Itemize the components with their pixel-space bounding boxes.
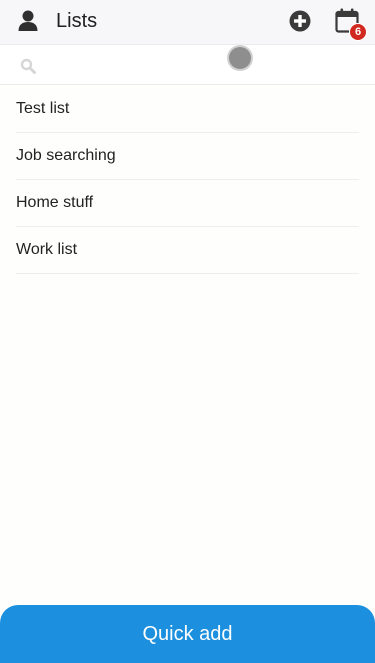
lists-list: Test list Job searching Home stuff Work … xyxy=(16,86,359,274)
search-icon xyxy=(20,58,36,74)
add-list-button[interactable] xyxy=(289,10,311,32)
user-icon[interactable] xyxy=(18,10,38,32)
list-item[interactable]: Test list xyxy=(16,86,359,133)
touch-indicator xyxy=(229,47,251,69)
search-input[interactable] xyxy=(44,51,354,79)
app-header: Lists 6 xyxy=(0,0,375,44)
list-item[interactable]: Work list xyxy=(16,227,359,274)
calendar-badge: 6 xyxy=(350,24,366,40)
list-item[interactable]: Home stuff xyxy=(16,180,359,227)
plus-circle-icon xyxy=(289,10,311,32)
search-bar xyxy=(0,44,375,85)
calendar-button[interactable]: 6 xyxy=(335,8,367,40)
page-title: Lists xyxy=(56,10,98,32)
quick-add-button[interactable]: Quick add xyxy=(0,605,375,663)
list-item[interactable]: Job searching xyxy=(16,133,359,180)
